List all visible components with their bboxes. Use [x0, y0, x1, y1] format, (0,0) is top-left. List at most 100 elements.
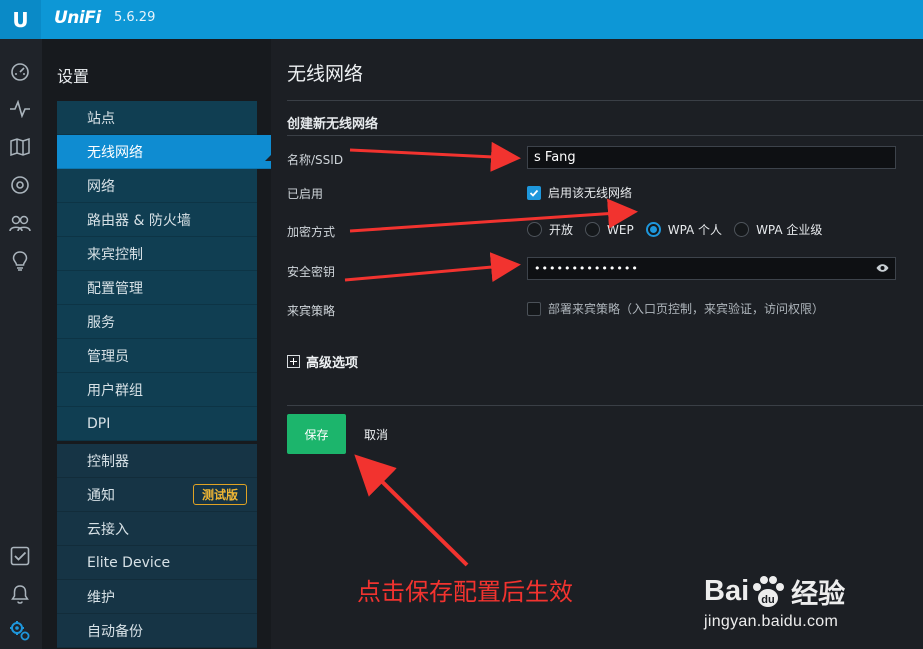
key-label: 安全密钥: [287, 265, 336, 279]
sidebar-item-networks[interactable]: 网络: [57, 169, 257, 203]
sidebar-item-routing-firewall[interactable]: 路由器 & 防火墙: [57, 203, 257, 237]
sidebar-title: 设置: [57, 67, 90, 86]
sidebar-item-cloud-access[interactable]: 云接入: [57, 512, 257, 546]
guest-policy-label: 部署来宾策略（入口页控制，来宾验证，访问权限）: [548, 302, 825, 316]
insights-icon[interactable]: [8, 249, 32, 273]
ssid-label: 名称/SSID: [287, 153, 344, 167]
statistics-icon[interactable]: [8, 97, 32, 121]
sidebar-item-label: 管理员: [87, 348, 129, 365]
settings-icon[interactable]: [8, 619, 32, 643]
paw-icon: du: [753, 575, 785, 607]
radio-icon: [585, 222, 601, 237]
advanced-options-label: 高级选项: [306, 356, 359, 371]
advanced-options-toggle[interactable]: 高级选项: [287, 352, 358, 371]
section-title: 创建新无线网络: [287, 117, 379, 132]
eye-icon[interactable]: [876, 263, 889, 276]
version-label: 5.6.29: [114, 10, 156, 25]
security-option-wep[interactable]: WEP: [585, 222, 634, 237]
security-option-wpa-enterprise[interactable]: WPA 企业级: [734, 221, 822, 238]
sidebar-item-admins[interactable]: 管理员: [57, 339, 257, 373]
sidebar-item-label: 路由器 & 防火墙: [87, 212, 191, 229]
sidebar-item-label: 云接入: [87, 521, 129, 538]
settings-menu: 站点 无线网络 网络 路由器 & 防火墙 来宾控制 配置管理 服务 管理员 用户…: [57, 101, 273, 648]
sidebar-item-services[interactable]: 服务: [57, 305, 257, 339]
key-value: ••••••••••••••: [534, 262, 639, 275]
security-label: 加密方式: [287, 225, 336, 239]
settings-sidebar: 设置 站点 无线网络 网络 路由器 & 防火墙 来宾控制 配置管理 服务 管理员…: [42, 39, 273, 649]
sidebar-item-wireless[interactable]: 无线网络: [57, 135, 273, 169]
sidebar-item-label: 自动备份: [87, 623, 143, 640]
clients-icon[interactable]: [8, 211, 32, 235]
radio-label: WPA 个人: [667, 223, 723, 237]
ssid-input[interactable]: s Fang: [527, 146, 896, 169]
menu-group-controller: 控制器 通知 测试版 云接入 Elite Device 维护 自动备份: [57, 444, 257, 648]
enabled-label: 已启用: [287, 187, 324, 201]
ssid-value: s Fang: [534, 150, 576, 165]
top-bar: U UniFi 5.6.29: [0, 0, 923, 39]
checkbox-unchecked-icon: [527, 301, 541, 316]
sidebar-item-label: 通知: [87, 487, 115, 504]
title-divider: [287, 100, 923, 101]
sidebar-item-auto-backup[interactable]: 自动备份: [57, 614, 257, 648]
radio-selected-icon: [645, 222, 661, 237]
checkbox-checked-icon: [527, 185, 541, 200]
save-button[interactable]: 保存: [287, 414, 346, 454]
sidebar-item-label: 来宾控制: [87, 246, 143, 263]
sidebar-item-label: DPI: [87, 415, 111, 432]
watermark-cn: 经验: [791, 579, 846, 609]
logo-letter: U: [12, 7, 29, 32]
sidebar-item-dpi[interactable]: DPI: [57, 407, 257, 441]
sidebar-item-label: 控制器: [87, 453, 129, 470]
icon-rail: [0, 39, 42, 649]
baidu-watermark: Bai du 经验 jingyan.baidu.com: [704, 572, 845, 631]
watermark-logo: Bai du 经验: [704, 572, 845, 611]
dashboard-icon[interactable]: [8, 60, 32, 84]
footer-divider: [287, 405, 923, 406]
sidebar-item-elite-device[interactable]: Elite Device: [57, 546, 257, 580]
sidebar-item-profiles[interactable]: 配置管理: [57, 271, 257, 305]
sidebar-item-label: 网络: [87, 178, 115, 195]
page-title: 无线网络: [287, 63, 364, 85]
annotation-note: 点击保存配置后生效: [357, 578, 573, 606]
main-panel: 无线网络 创建新无线网络 名称/SSID s Fang 已启用 启用该无线网络 …: [271, 39, 923, 649]
map-icon[interactable]: [8, 135, 32, 159]
security-option-wpa-personal[interactable]: WPA 个人: [645, 221, 723, 238]
menu-group-site: 站点 无线网络 网络 路由器 & 防火墙 来宾控制 配置管理 服务 管理员 用户…: [57, 101, 273, 441]
devices-icon[interactable]: [8, 173, 32, 197]
section-divider: [287, 135, 923, 136]
sidebar-item-site[interactable]: 站点: [57, 101, 257, 135]
radio-icon: [734, 222, 750, 237]
radio-label: WPA 企业级: [756, 223, 823, 237]
radio-label: WEP: [607, 222, 634, 237]
security-key-input[interactable]: ••••••••••••••: [527, 257, 896, 280]
watermark-logo-text: Bai: [704, 575, 750, 607]
svg-text:du: du: [761, 594, 774, 606]
sidebar-item-notifications[interactable]: 通知 测试版: [57, 478, 257, 512]
sidebar-item-label: 服务: [87, 314, 115, 331]
guest-policy-checkbox[interactable]: 部署来宾策略（入口页控制，来宾验证，访问权限）: [527, 300, 824, 317]
security-option-open[interactable]: 开放: [527, 221, 573, 238]
sidebar-item-user-groups[interactable]: 用户群组: [57, 373, 257, 407]
cancel-button[interactable]: 取消: [364, 426, 388, 443]
radio-label: 开放: [549, 223, 574, 237]
sidebar-item-label: 用户群组: [87, 382, 143, 399]
sidebar-item-label: 无线网络: [87, 144, 143, 161]
sidebar-item-label: Elite Device: [87, 554, 171, 571]
sidebar-item-label: 站点: [87, 110, 115, 127]
radio-icon: [527, 222, 542, 237]
alerts-icon[interactable]: [8, 582, 32, 606]
brand-name: UniFi: [54, 8, 101, 28]
sidebar-item-guest-control[interactable]: 来宾控制: [57, 237, 257, 271]
security-radio-group: 开放 WEP WPA 个人 WPA 企业级: [527, 221, 834, 238]
enable-wlan-label: 启用该无线网络: [548, 186, 633, 200]
plus-icon: [287, 355, 300, 368]
events-icon[interactable]: [8, 544, 32, 568]
guest-label: 来宾策略: [287, 304, 336, 318]
watermark-url: jingyan.baidu.com: [704, 613, 839, 630]
enable-wlan-checkbox[interactable]: 启用该无线网络: [527, 184, 632, 201]
sidebar-item-label: 配置管理: [87, 280, 143, 297]
sidebar-item-controller[interactable]: 控制器: [57, 444, 257, 478]
ubiquiti-logo[interactable]: U: [0, 0, 41, 39]
sidebar-item-maintenance[interactable]: 维护: [57, 580, 257, 614]
beta-badge: 测试版: [192, 484, 247, 505]
